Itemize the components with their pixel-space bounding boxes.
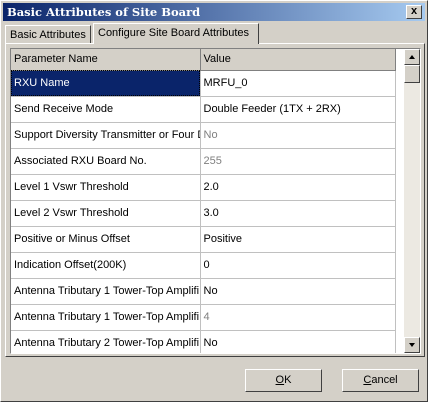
table-row[interactable]: Antenna Tributary 1 Tower-Top Amplifi 4 — [11, 304, 396, 331]
parameter-name-cell[interactable]: Indication Offset(200K) — [11, 252, 201, 279]
close-icon: x — [410, 5, 418, 17]
parameter-name-cell[interactable]: Level 2 Vswr Threshold — [11, 200, 201, 227]
table-row[interactable]: RXU Name MRFU_0 — [11, 70, 396, 97]
ok-accelerator: O — [275, 374, 285, 386]
dialog-window: Basic Attributes of Site Board x Basic A… — [0, 0, 428, 402]
value-cell[interactable]: Double Feeder (1TX + 2RX) — [200, 96, 396, 123]
value-cell[interactable]: 4 — [200, 304, 396, 331]
parameter-name-cell[interactable]: Antenna Tributary 1 Tower-Top Amplifi — [11, 278, 201, 305]
triangle-up-icon — [409, 55, 415, 59]
parameter-name-cell[interactable]: RXU Name — [11, 70, 201, 97]
table-row[interactable]: Level 2 Vswr Threshold 3.0 — [11, 200, 396, 227]
table-row[interactable]: Positive or Minus Offset Positive — [11, 226, 396, 253]
scroll-down-button[interactable] — [404, 337, 420, 353]
ok-label: K — [284, 374, 292, 386]
value-cell[interactable]: No — [200, 330, 396, 353]
tab-panel: Parameter Name Value RXU Name MRFU_0 Sen… — [5, 43, 425, 357]
table-row[interactable]: Associated RXU Board No. 255 — [11, 148, 396, 175]
parameter-name-cell[interactable]: Send Receive Mode — [11, 96, 201, 123]
scroll-up-button[interactable] — [404, 49, 420, 65]
value-cell[interactable]: No — [200, 122, 396, 149]
value-cell[interactable]: No — [200, 278, 396, 305]
cancel-label: ancel — [371, 374, 398, 386]
parameter-name-cell[interactable]: Support Diversity Transmitter or Four D — [11, 122, 201, 149]
parameter-name-cell[interactable]: Associated RXU Board No. — [11, 148, 201, 175]
tab-strip: Basic Attributes Configure Site Board At… — [5, 23, 425, 44]
table-row[interactable]: Indication Offset(200K) 0 — [11, 252, 396, 279]
column-header-parameter-name[interactable]: Parameter Name — [11, 49, 201, 71]
tab-configure-site-board-attributes[interactable]: Configure Site Board Attributes — [93, 23, 259, 44]
attribute-grid: Parameter Name Value RXU Name MRFU_0 Sen… — [10, 48, 421, 354]
value-cell[interactable]: 255 — [200, 148, 396, 175]
value-cell[interactable]: MRFU_0 — [200, 70, 396, 97]
column-header-value[interactable]: Value — [200, 49, 396, 71]
tab-basic-attributes[interactable]: Basic Attributes — [5, 25, 91, 43]
table-row[interactable]: Antenna Tributary 1 Tower-Top Amplifi No — [11, 278, 396, 305]
window-title: Basic Attributes of Site Board — [7, 5, 201, 19]
table-row[interactable]: Support Diversity Transmitter or Four D … — [11, 122, 396, 149]
value-cell[interactable]: 0 — [200, 252, 396, 279]
table-row[interactable]: Level 1 Vswr Threshold 2.0 — [11, 174, 396, 201]
parameter-name-cell[interactable]: Positive or Minus Offset — [11, 226, 201, 253]
ok-button[interactable]: OK — [245, 369, 322, 392]
triangle-down-icon — [409, 343, 415, 347]
close-button[interactable]: x — [406, 5, 422, 19]
scroll-thumb[interactable] — [404, 65, 420, 83]
parameter-name-cell[interactable]: Level 1 Vswr Threshold — [11, 174, 201, 201]
value-cell[interactable]: 2.0 — [200, 174, 396, 201]
table-row[interactable]: Send Receive Mode Double Feeder (1TX + 2… — [11, 96, 396, 123]
value-cell[interactable]: 3.0 — [200, 200, 396, 227]
parameter-name-cell[interactable]: Antenna Tributary 2 Tower-Top Amplifi — [11, 330, 201, 353]
value-cell[interactable]: Positive — [200, 226, 396, 253]
table-row[interactable]: Antenna Tributary 2 Tower-Top Amplifi No — [11, 330, 396, 353]
cancel-button[interactable]: Cancel — [342, 369, 419, 392]
attribute-table: Parameter Name Value RXU Name MRFU_0 Sen… — [11, 49, 396, 353]
parameter-name-cell[interactable]: Antenna Tributary 1 Tower-Top Amplifi — [11, 304, 201, 331]
vertical-scrollbar[interactable] — [404, 49, 420, 353]
title-bar[interactable]: Basic Attributes of Site Board x — [3, 3, 425, 21]
header-row: Parameter Name Value — [11, 49, 396, 71]
